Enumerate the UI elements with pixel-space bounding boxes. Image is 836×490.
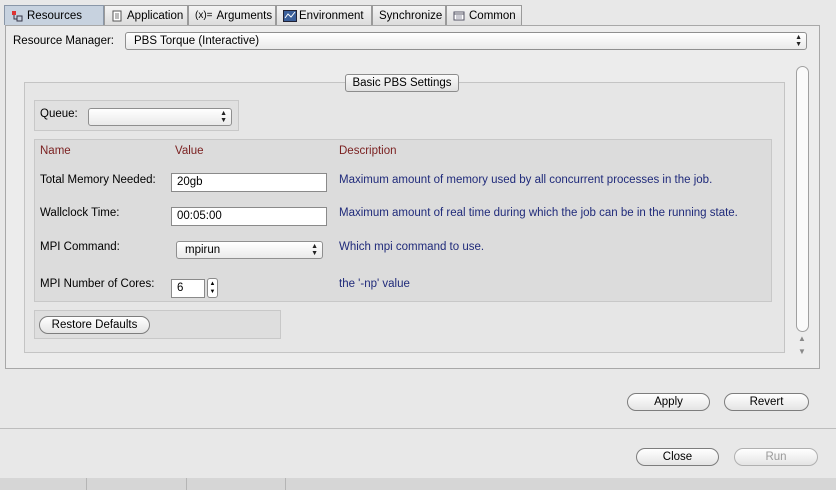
tab-resources[interactable]: Resources — [4, 5, 104, 25]
common-icon — [453, 10, 465, 22]
mpi-cores-stepper[interactable]: ▲ ▼ — [207, 278, 218, 298]
select-arrows-icon: ▲ ▼ — [220, 110, 227, 124]
divider — [285, 478, 286, 490]
scroll-up-icon[interactable]: ▲ — [798, 334, 806, 343]
close-button[interactable]: Close — [636, 448, 719, 466]
resource-manager-select[interactable]: PBS Torque (Interactive) ▲ ▼ — [125, 32, 807, 50]
tab-environment[interactable]: Environment — [276, 5, 372, 25]
wallclock-label: Wallclock Time: — [40, 207, 120, 219]
memory-value: 20gb — [177, 176, 203, 188]
document-icon — [111, 10, 123, 22]
mpi-command-label: MPI Command: — [40, 241, 120, 253]
mpi-cores-input[interactable]: 6 — [171, 279, 205, 298]
tab-common[interactable]: Common — [446, 5, 522, 25]
mpi-cores-label: MPI Number of Cores: — [40, 278, 155, 290]
divider — [0, 428, 836, 429]
header-description: Description — [339, 145, 397, 157]
scrollbar-thumb[interactable] — [796, 66, 809, 332]
mpi-command-select[interactable]: mpirun ▲ ▼ — [176, 241, 323, 259]
tab-application[interactable]: Application — [104, 5, 188, 25]
apply-button[interactable]: Apply — [627, 393, 710, 411]
memory-label: Total Memory Needed: — [40, 174, 156, 186]
memory-input[interactable]: 20gb — [171, 173, 327, 192]
environment-icon — [283, 9, 297, 22]
tab-bar: Resources Application (x)= Arguments Env… — [0, 5, 836, 25]
wallclock-description: Maximum amount of real time during which… — [339, 207, 738, 219]
tab-label: Environment — [299, 9, 364, 22]
revert-button[interactable]: Revert — [724, 393, 809, 411]
tab-label: Common — [469, 9, 516, 22]
memory-description: Maximum amount of memory used by all con… — [339, 174, 713, 186]
header-name: Name — [40, 145, 71, 157]
mpi-cores-value: 6 — [177, 282, 184, 294]
resources-icon — [11, 10, 23, 22]
mpi-command-value: mpirun — [185, 244, 221, 256]
divider — [86, 478, 87, 490]
group-title-button[interactable]: Basic PBS Settings — [345, 74, 459, 92]
arguments-icon: (x)= — [195, 9, 213, 21]
tab-label: Synchronize — [379, 9, 443, 22]
run-button: Run — [734, 448, 818, 466]
resource-manager-value: PBS Torque (Interactive) — [134, 35, 260, 47]
queue-select[interactable]: ▲ ▼ — [88, 108, 232, 126]
vertical-scrollbar[interactable]: ▲ ▼ — [795, 66, 810, 362]
tab-label: Resources — [27, 9, 82, 22]
tab-label: Arguments — [216, 9, 273, 22]
scroll-down-icon[interactable]: ▼ — [798, 347, 806, 356]
header-value: Value — [175, 145, 204, 157]
resource-manager-label: Resource Manager: — [13, 35, 114, 47]
status-strip — [0, 478, 836, 490]
tab-label: Application — [127, 9, 184, 22]
restore-defaults-button[interactable]: Restore Defaults — [39, 316, 150, 334]
select-arrows-icon: ▲ ▼ — [795, 34, 802, 48]
tab-synchronize[interactable]: Synchronize — [372, 5, 446, 25]
select-arrows-icon: ▲ ▼ — [311, 243, 318, 257]
wallclock-input[interactable]: 00:05:00 — [171, 207, 327, 226]
tab-arguments[interactable]: (x)= Arguments — [188, 5, 276, 25]
divider — [186, 478, 187, 490]
mpi-cores-description: the '-np' value — [339, 278, 410, 290]
wallclock-value: 00:05:00 — [177, 210, 222, 222]
mpi-command-description: Which mpi command to use. — [339, 241, 485, 253]
queue-label: Queue: — [40, 108, 78, 120]
